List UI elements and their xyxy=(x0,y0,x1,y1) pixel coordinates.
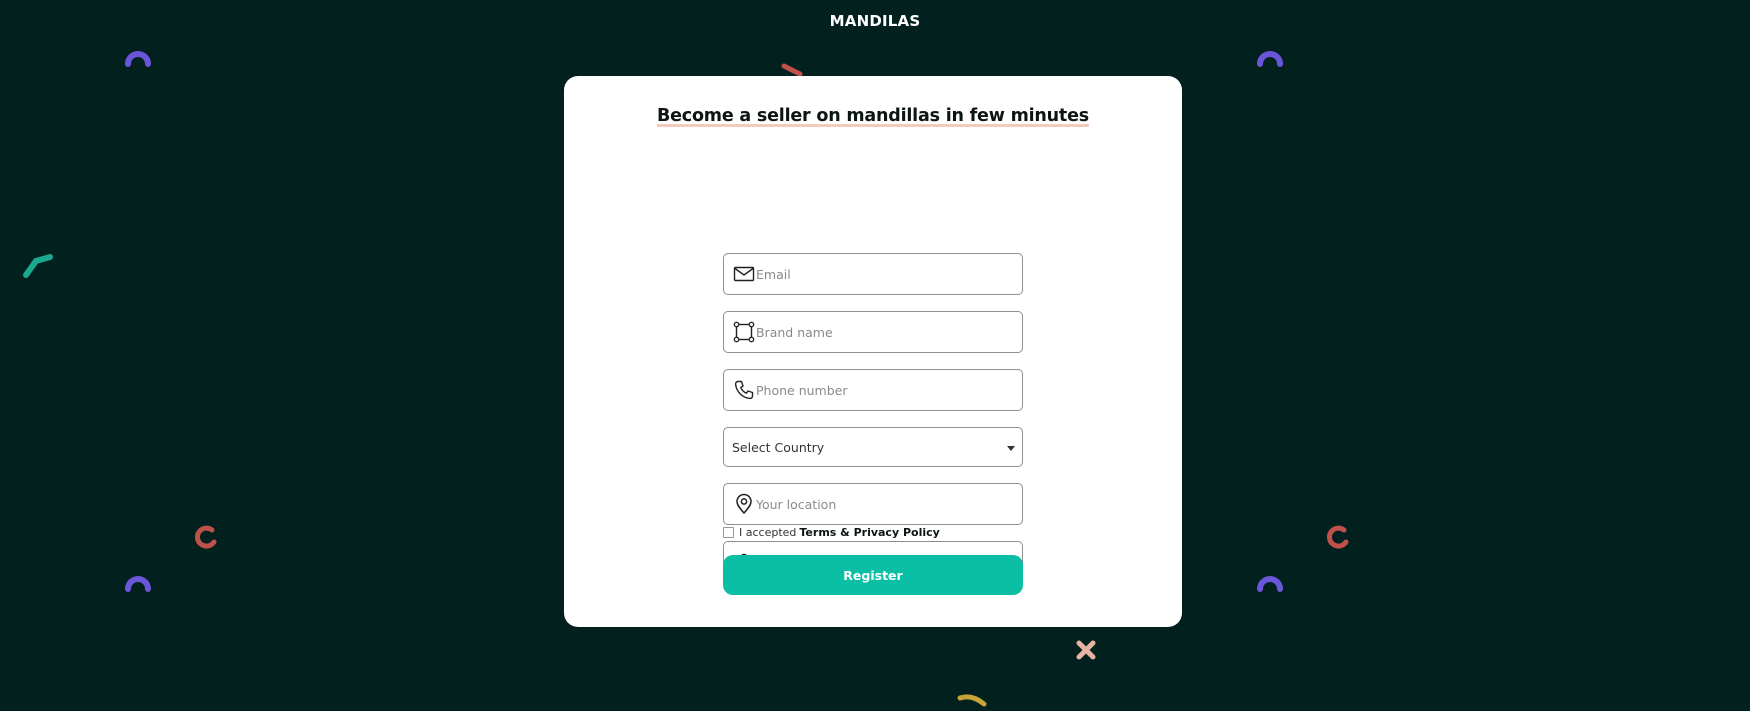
decorative-arc-purple xyxy=(1257,576,1283,592)
terms-consent: I accepted Terms & Privacy Policy xyxy=(723,526,940,539)
brand-name-input[interactable] xyxy=(756,313,996,351)
decorative-arc-purple xyxy=(125,576,151,592)
decorative-stroke-teal xyxy=(23,254,53,278)
brand-logo[interactable]: MANDILAS xyxy=(0,12,1750,30)
decorative-arc-purple xyxy=(1257,51,1283,67)
email-input[interactable] xyxy=(756,255,996,293)
country-select[interactable]: Select Country xyxy=(723,427,1023,467)
location-pin-icon xyxy=(736,493,752,515)
brand-name-field[interactable] xyxy=(723,311,1023,353)
phone-field[interactable] xyxy=(723,369,1023,411)
decorative-arc-red xyxy=(195,525,217,549)
email-field[interactable] xyxy=(723,253,1023,295)
frame-icon xyxy=(733,321,755,343)
phone-input[interactable] xyxy=(756,371,996,409)
decorative-arc-purple xyxy=(125,51,151,67)
terms-checkbox[interactable] xyxy=(723,527,734,538)
mail-icon xyxy=(733,266,755,282)
terms-privacy-link[interactable]: Terms & Privacy Policy xyxy=(799,526,939,539)
decorative-arc-red xyxy=(1327,525,1349,549)
phone-icon xyxy=(734,380,754,400)
terms-label: I accepted xyxy=(739,526,797,539)
country-select-value: Select Country xyxy=(732,440,825,455)
decorative-cross-peach xyxy=(1076,640,1096,660)
page-title: Become a seller on mandillas in few minu… xyxy=(657,106,1089,127)
location-field[interactable] xyxy=(723,483,1023,525)
location-input[interactable] xyxy=(756,485,996,523)
registration-card: Become a seller on mandillas in few minu… xyxy=(564,76,1182,627)
decorative-stroke-yellow xyxy=(957,694,987,707)
caret-down-icon xyxy=(1007,446,1015,451)
register-button[interactable]: Register xyxy=(723,555,1023,595)
